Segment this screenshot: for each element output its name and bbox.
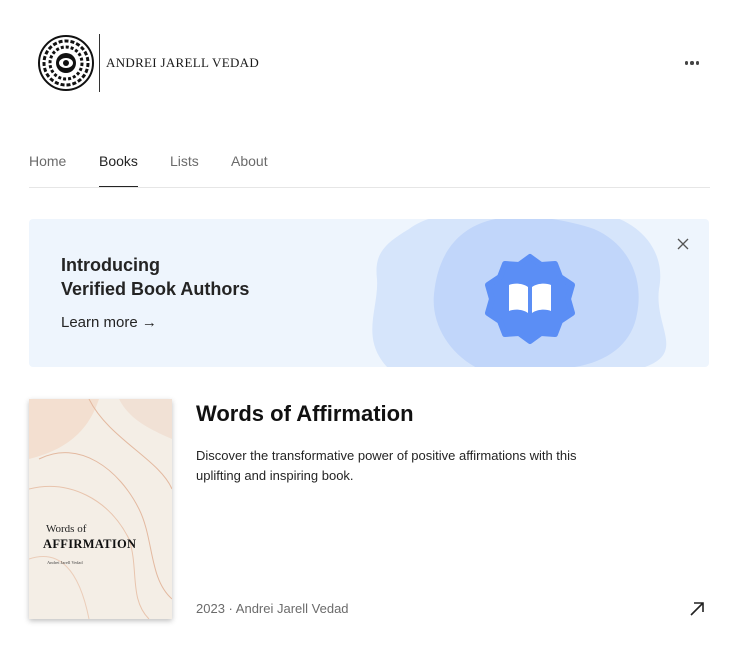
more-dot [695, 61, 700, 65]
banner-title-line2: Verified Book Authors [61, 279, 250, 299]
book-meta: 2023 · Andrei Jarell Vedad [196, 601, 349, 616]
banner-title-line1: Introducing [61, 255, 160, 275]
book-title[interactable]: Words of Affirmation [196, 401, 414, 427]
tab-lists[interactable]: Lists [170, 150, 199, 186]
book-cover[interactable]: Words of AFFIRMATION Andrei Jarell Vedad [29, 399, 172, 619]
verified-authors-banner: Introducing Verified Book Authors Learn … [29, 219, 709, 367]
banner-illustration [372, 219, 667, 367]
more-dots-icon [684, 61, 689, 65]
tab-about[interactable]: About [231, 150, 268, 186]
cover-author: Andrei Jarell Vedad [47, 560, 83, 565]
cover-title-line2: AFFIRMATION [43, 537, 137, 551]
meta-separator: · [228, 601, 233, 616]
tab-home[interactable]: Home [29, 150, 66, 186]
book-cover-art [29, 399, 172, 619]
more-options-button[interactable] [680, 54, 704, 72]
logo-emblem-icon [38, 35, 94, 91]
author-logo[interactable]: ANDREI JARELL VEDAD [38, 34, 259, 92]
book-description: Discover the transformative power of pos… [196, 448, 577, 483]
close-icon[interactable] [675, 236, 691, 252]
author-logo-text: ANDREI JARELL VEDAD [106, 55, 260, 70]
learn-more-link[interactable]: Learn more → [61, 314, 157, 331]
arrow-up-right-icon[interactable] [688, 600, 706, 618]
tab-books[interactable]: Books [99, 150, 138, 187]
book-year: 2023 [196, 601, 225, 616]
more-dot [690, 61, 694, 65]
book-author[interactable]: Andrei Jarell Vedad [236, 601, 349, 616]
verified-badge-icon [485, 254, 575, 344]
banner-title: Introducing Verified Book Authors [61, 253, 249, 301]
logo-divider [99, 34, 100, 92]
cover-title-line1: Words of [46, 523, 87, 535]
profile-tabs: Home Books Lists About [29, 150, 710, 188]
